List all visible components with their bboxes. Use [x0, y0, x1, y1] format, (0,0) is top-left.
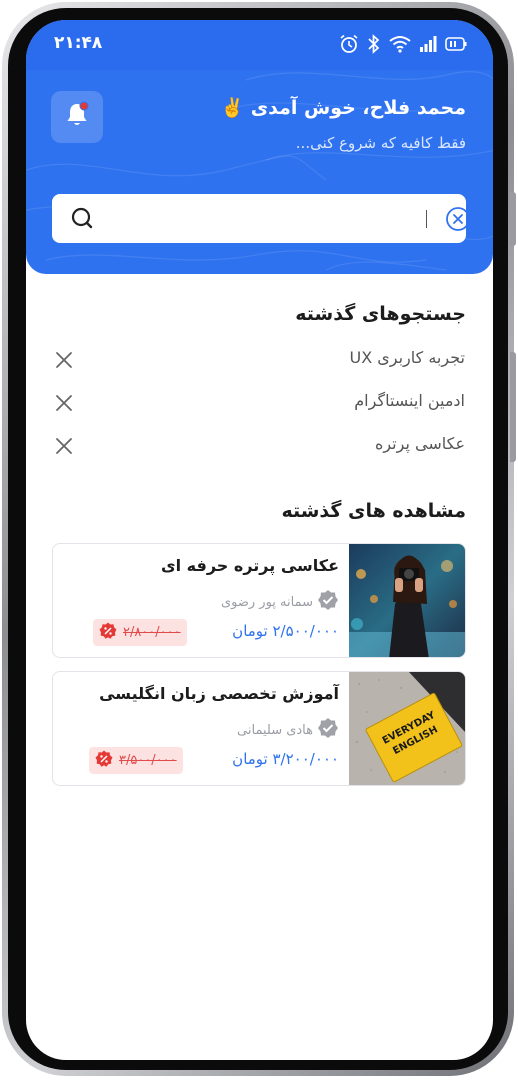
close-icon[interactable]	[54, 350, 74, 374]
power-button	[510, 192, 516, 246]
history-item-label: عکاسی پرتره	[374, 434, 465, 453]
signal-icon	[419, 36, 437, 52]
alarm-icon	[339, 34, 359, 54]
volume-button	[510, 352, 516, 462]
close-icon[interactable]	[54, 436, 74, 460]
course-thumbnail	[349, 544, 465, 657]
wifi-icon	[389, 35, 411, 53]
welcome-title: محمد فلاح، خوش آمدی ✌️	[220, 97, 466, 119]
search-icon[interactable]	[70, 206, 96, 236]
course-title: آموزش تخصصی زبان انگلیسی	[99, 684, 339, 703]
battery-icon	[445, 36, 467, 52]
author-name: سمانه پور رضوی	[220, 594, 313, 610]
history-item-label: ادمین اینستاگرام	[354, 391, 465, 410]
history-item[interactable]: تجربه کاربری UX	[52, 345, 466, 375]
course-price: ۳/۲۰۰/۰۰۰ تومان	[232, 750, 339, 768]
old-price-badge: ۳/۵۰۰/۰۰۰	[89, 747, 183, 774]
welcome-subtitle: فقط کافیه که شروع کنی...	[295, 134, 466, 152]
author-name: هادی سلیمانی	[237, 722, 313, 738]
course-thumbnail: EVERYDAY ENGLISH	[349, 672, 465, 785]
status-time: ۲۱:۴۸	[54, 33, 103, 53]
recent-searches-title: جستجوهای گذشته	[295, 303, 466, 325]
verified-badge-icon	[317, 589, 339, 615]
discount-icon	[95, 750, 113, 772]
history-item[interactable]: عکاسی پرتره	[52, 431, 466, 461]
search-input[interactable]	[112, 202, 408, 235]
course-card[interactable]: عکاسی پرتره حرفه ای سمانه پور رضوی ۲/۵۰۰…	[52, 543, 466, 658]
old-price: ۳/۵۰۰/۰۰۰	[119, 753, 177, 768]
verified-badge-icon	[317, 717, 339, 743]
header: ۲۱:۴۸ محمد فلاح، خوش آمدی ✌️ فقط کافیه ک…	[26, 20, 493, 274]
close-icon[interactable]	[54, 393, 74, 417]
recent-views-title: مشاهده های گذشته	[281, 500, 466, 522]
old-price: ۲/۸۰۰/۰۰۰	[123, 625, 181, 640]
discount-icon	[99, 622, 117, 644]
notification-button[interactable]	[51, 91, 103, 143]
app-screen: ۲۱:۴۸ محمد فلاح، خوش آمدی ✌️ فقط کافیه ک…	[26, 20, 493, 1060]
search-box[interactable]	[52, 194, 470, 243]
old-price-badge: ۲/۸۰۰/۰۰۰	[93, 619, 187, 646]
course-card[interactable]: EVERYDAY ENGLISH آموزش تخصصی زبان انگلیس…	[52, 671, 466, 786]
course-price: ۲/۵۰۰/۰۰۰ تومان	[232, 622, 339, 640]
bluetooth-icon	[367, 34, 381, 54]
text-cursor	[426, 210, 427, 228]
course-author: سمانه پور رضوی	[221, 589, 339, 615]
course-author: هادی سلیمانی	[237, 717, 339, 743]
history-item-label: تجربه کاربری UX	[349, 348, 465, 367]
clear-circle-icon[interactable]	[445, 206, 471, 236]
status-bar: ۲۱:۴۸	[26, 20, 493, 70]
bell-icon	[64, 101, 90, 133]
course-title: عکاسی پرتره حرفه ای	[160, 556, 339, 575]
history-item[interactable]: ادمین اینستاگرام	[52, 388, 466, 418]
